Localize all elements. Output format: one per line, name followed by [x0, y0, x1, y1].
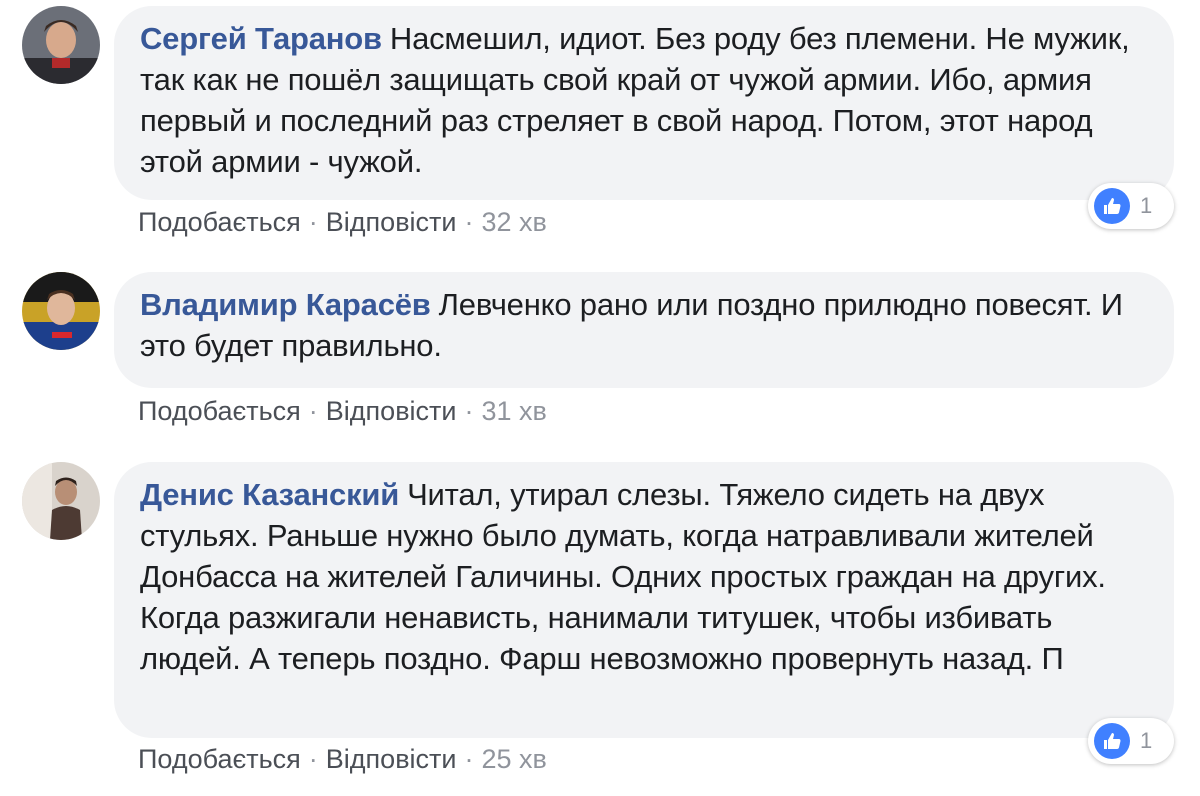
comment-actions: Подобається · Відповісти · 31 хв — [138, 396, 547, 427]
comment-bubble: Сергей Таранов Насмешил, идиот. Без роду … — [114, 6, 1174, 200]
separator-dot: · — [308, 396, 318, 426]
comment-bubble: Денис Казанский Читал, утирал слезы. Тяже… — [114, 462, 1174, 738]
comment-timestamp[interactable]: 25 хв — [482, 744, 547, 774]
separator-dot: · — [464, 396, 474, 426]
avatar[interactable] — [22, 272, 100, 350]
comment-author[interactable]: Денис Казанский — [140, 477, 399, 512]
avatar[interactable] — [22, 462, 100, 540]
comment-bubble: Владимир Карасёв Левченко рано или поздно… — [114, 272, 1174, 388]
separator-dot: · — [308, 207, 318, 237]
comment-author[interactable]: Владимир Карасёв — [140, 287, 431, 322]
reply-link[interactable]: Відповісти — [326, 396, 457, 426]
separator-dot: · — [464, 744, 474, 774]
separator-dot: · — [308, 744, 318, 774]
comment-actions: Подобається · Відповісти · 25 хв — [138, 744, 547, 775]
reply-link[interactable]: Відповісти — [326, 207, 457, 237]
separator-dot: · — [464, 207, 474, 237]
reply-link[interactable]: Відповісти — [326, 744, 457, 774]
comment-actions: Подобається · Відповісти · 32 хв — [138, 207, 547, 238]
reactions-badge[interactable]: 1 — [1088, 718, 1174, 764]
comment-timestamp[interactable]: 32 хв — [482, 207, 547, 237]
like-link[interactable]: Подобається — [138, 396, 301, 426]
comment-author[interactable]: Сергей Таранов — [140, 21, 382, 56]
like-link[interactable]: Подобається — [138, 744, 301, 774]
reaction-count: 1 — [1140, 728, 1153, 753]
comment-timestamp[interactable]: 31 хв — [482, 396, 547, 426]
reaction-count: 1 — [1140, 193, 1153, 218]
reactions-badge[interactable]: 1 — [1088, 183, 1174, 229]
avatar[interactable] — [22, 6, 100, 84]
thumbs-up-icon — [1094, 723, 1130, 759]
like-link[interactable]: Подобається — [138, 207, 301, 237]
thumbs-up-icon — [1094, 188, 1130, 224]
